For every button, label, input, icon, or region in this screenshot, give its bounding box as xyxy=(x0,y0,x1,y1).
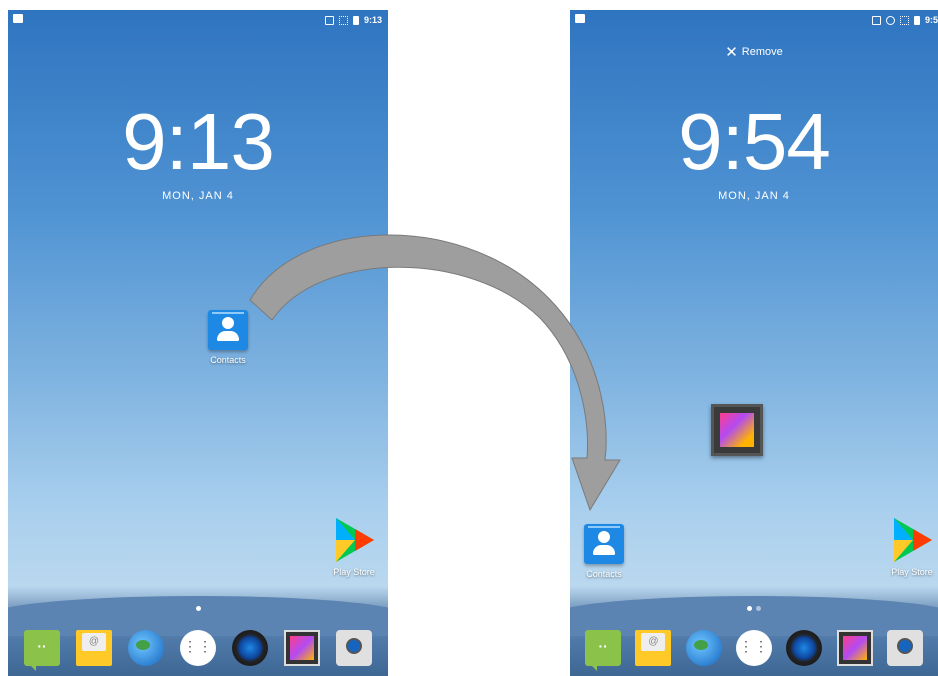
arrow-shape xyxy=(249,234,621,512)
drag-arrow-icon xyxy=(249,234,621,512)
